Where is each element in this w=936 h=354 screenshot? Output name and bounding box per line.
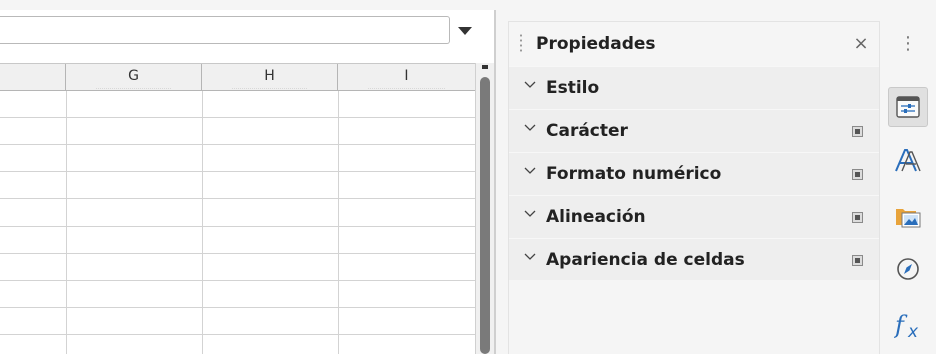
- panel-title: Estilo: [546, 78, 600, 98]
- toolbar-strip: [0, 0, 494, 10]
- column-header-h[interactable]: H: [202, 64, 338, 91]
- chevron-down-icon: [523, 77, 539, 93]
- spreadsheet-area: G H I: [0, 0, 494, 354]
- svg-text:f: f: [894, 311, 908, 339]
- tab-gallery[interactable]: [888, 195, 928, 235]
- more-options-icon[interactable]: [852, 212, 863, 223]
- sidebar-menu-button[interactable]: ⋮: [898, 31, 918, 57]
- formula-expand-button[interactable]: [451, 16, 479, 44]
- tab-styles[interactable]: [888, 141, 928, 181]
- svg-text:x: x: [907, 322, 919, 341]
- gallery-icon: [896, 209, 921, 228]
- more-options-icon[interactable]: [852, 126, 863, 137]
- panel-estilo[interactable]: Estilo: [509, 66, 879, 109]
- panel-title: Apariencia de celdas: [546, 250, 745, 270]
- panel-formato-numerico[interactable]: Formato numérico: [509, 152, 879, 195]
- panel-title: Alineación: [546, 207, 646, 227]
- chevron-down-icon: [523, 120, 539, 136]
- navigator-icon: [897, 258, 919, 280]
- cell-grid[interactable]: [0, 91, 475, 354]
- chevron-down-icon: [523, 163, 539, 179]
- panel-title: Formato numérico: [546, 164, 722, 184]
- more-options-icon[interactable]: [852, 255, 863, 266]
- close-deck-button[interactable]: ×: [849, 32, 873, 56]
- chevron-down-icon: [523, 249, 539, 265]
- deck-empty-area: [509, 280, 879, 354]
- column-header-i[interactable]: I: [338, 64, 475, 91]
- panel-alineacion[interactable]: Alineación: [509, 195, 879, 238]
- scroll-up-icon[interactable]: [482, 65, 488, 69]
- formula-input[interactable]: [0, 16, 450, 44]
- scrollbar-thumb[interactable]: [480, 77, 490, 354]
- vertical-scrollbar[interactable]: [475, 63, 494, 354]
- column-header-label: I: [404, 68, 409, 84]
- column-header-label: G: [128, 68, 139, 84]
- chevron-down-icon: [523, 206, 539, 222]
- styles-icon: [895, 149, 921, 172]
- column-header-f[interactable]: [0, 64, 66, 91]
- panel-caracter[interactable]: Carácter: [509, 109, 879, 152]
- sidebar-tabbar: ⋮ f x: [880, 21, 936, 354]
- column-header-g[interactable]: G: [66, 64, 202, 91]
- grip-icon[interactable]: [519, 33, 523, 53]
- more-options-icon[interactable]: [852, 169, 863, 180]
- column-header-label: H: [264, 68, 275, 84]
- properties-icon: [896, 96, 920, 118]
- panel-apariencia-de-celdas[interactable]: Apariencia de celdas: [509, 238, 879, 281]
- tab-navigator[interactable]: [888, 249, 928, 289]
- sidebar-splitter[interactable]: [494, 10, 496, 354]
- triangle-down-icon: [458, 27, 472, 35]
- tab-functions[interactable]: f x: [888, 303, 928, 343]
- deck-title-bar: Propiedades ×: [509, 22, 879, 66]
- panel-title: Carácter: [546, 121, 628, 141]
- properties-deck: Propiedades × Estilo Carácter Formato nu…: [508, 21, 880, 354]
- tab-properties[interactable]: [888, 87, 928, 127]
- deck-title: Propiedades: [536, 34, 656, 54]
- functions-icon: f x: [894, 311, 919, 341]
- column-header-row: G H I: [0, 63, 475, 91]
